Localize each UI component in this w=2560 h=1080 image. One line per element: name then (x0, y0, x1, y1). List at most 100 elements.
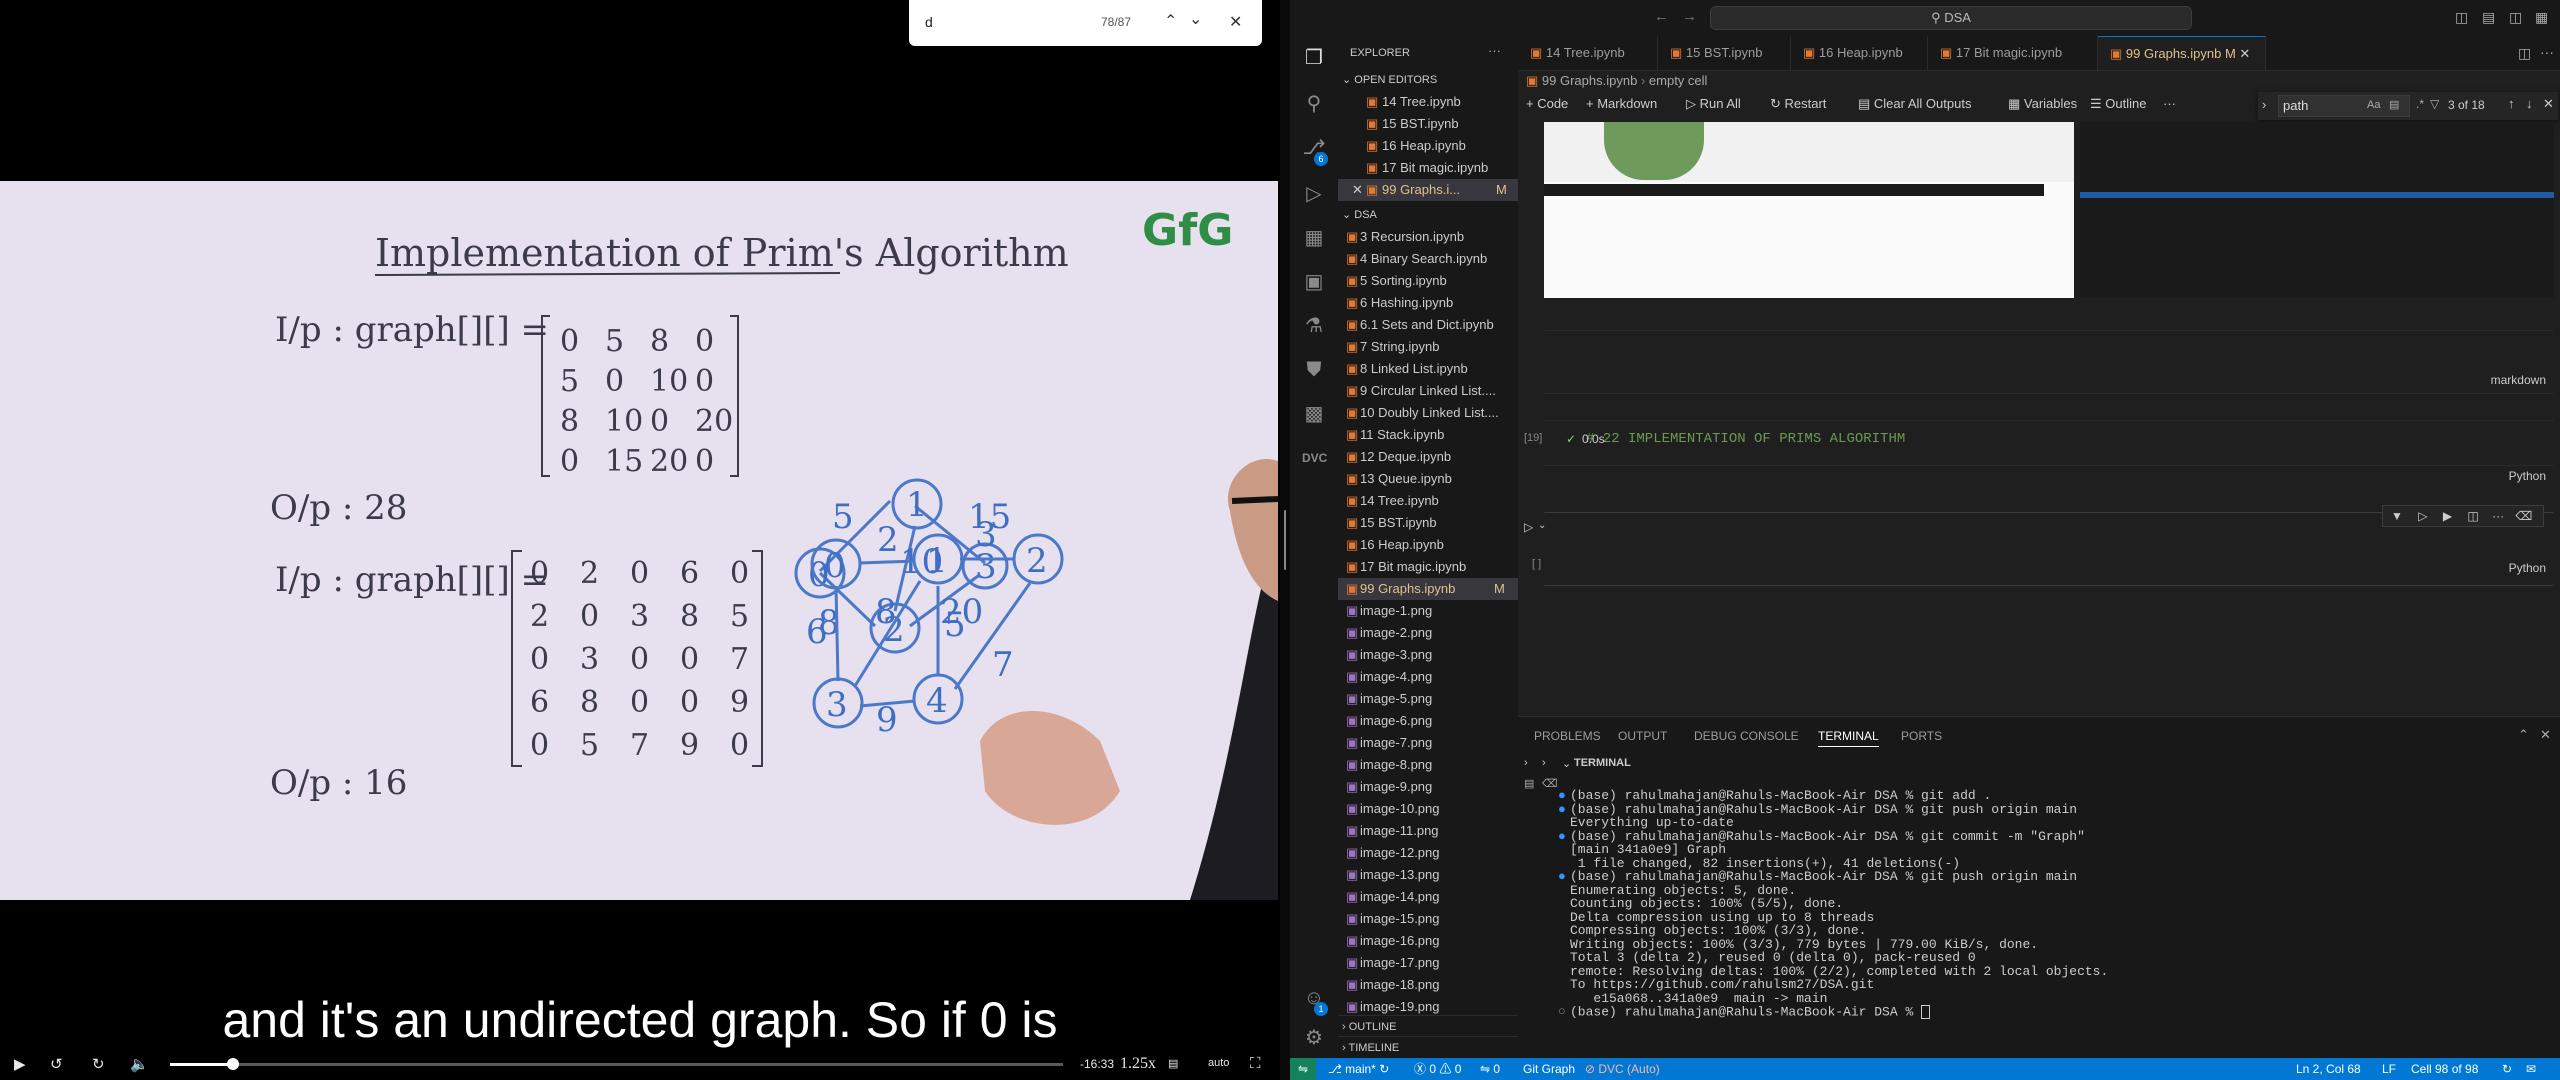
progress-bar[interactable] (170, 1058, 1063, 1070)
match-case-icon[interactable]: Aa (2367, 99, 2380, 111)
docker-icon[interactable]: ⛊ (1302, 358, 1326, 382)
forward-nav-icon[interactable]: → (1682, 8, 1697, 25)
forward-icon[interactable]: ↻ (92, 1055, 105, 1073)
file-item[interactable]: ▣ image-11.png (1338, 820, 1518, 842)
panel-tab[interactable]: TERMINAL (1818, 729, 1879, 747)
file-item[interactable]: ▣ 14 Tree.ipynb (1338, 490, 1518, 512)
file-item[interactable]: ▣ image-9.png (1338, 776, 1518, 798)
match-word-icon[interactable]: ▤ (2389, 98, 2399, 111)
rewind-icon[interactable]: ↺ (50, 1055, 63, 1073)
file-item[interactable]: ▣ 13 Queue.ipynb (1338, 468, 1518, 490)
outline-header[interactable]: › OUTLINE (1338, 1015, 1518, 1038)
run-all-button[interactable]: ▷ Run All (1686, 96, 1741, 112)
run-cell-icon[interactable]: ▷ (1524, 520, 1533, 534)
cell-language-label[interactable]: Python (2509, 469, 2546, 483)
chevron-right-icon[interactable]: › (2262, 97, 2266, 112)
remote-indicator-icon[interactable]: ⇋ (1290, 1058, 1316, 1080)
file-item[interactable]: ▣ image-14.png (1338, 886, 1518, 908)
cell-more-icon[interactable]: ··· (2492, 509, 2504, 523)
close-panel-icon[interactable]: ✕ (2540, 727, 2551, 743)
open-editors-header[interactable]: ⌄ OPEN EDITORS (1338, 69, 1518, 91)
run-debug-icon[interactable]: ▷ (1302, 182, 1326, 206)
open-editor-item[interactable]: ▣ 16 Heap.ipynb (1338, 135, 1518, 157)
open-editor-item[interactable]: ▣ 15 BST.ipynb (1338, 113, 1518, 135)
cell-language-label[interactable]: markdown (2491, 373, 2546, 387)
volume-icon[interactable]: 🔈 (130, 1055, 149, 1073)
find-next-icon[interactable]: ⌄ (1189, 9, 1202, 29)
close-icon[interactable]: ✕ (1352, 179, 1363, 201)
file-item[interactable]: ▣ 15 BST.ipynb (1338, 512, 1518, 534)
back-icon[interactable]: ← (1654, 8, 1669, 25)
file-item[interactable]: ▣ 5 Sorting.ipynb (1338, 270, 1518, 292)
video-frame[interactable]: Implementation of Prim's Algorithm GfG I… (0, 181, 1278, 900)
file-item[interactable]: ▣ image-13.png (1338, 864, 1518, 886)
file-item[interactable]: ▣ 12 Deque.ipynb (1338, 446, 1518, 468)
open-editor-item[interactable]: ▣ 14 Tree.ipynb (1338, 91, 1518, 113)
regex-icon[interactable]: .* (2416, 97, 2424, 111)
file-item[interactable]: ▣ image-8.png (1338, 754, 1518, 776)
panel-tab[interactable]: DEBUG CONSOLE (1694, 729, 1799, 743)
maximize-panel-icon[interactable]: ⌃ (2518, 727, 2529, 743)
open-editor-item[interactable]: ✕ ▣ 99 Graphs.i... M (1338, 179, 1518, 201)
editor-tab[interactable]: ▣ 15 BST.ipynb (1658, 36, 1791, 70)
find-previous-icon[interactable]: ↑ (2508, 96, 2515, 111)
file-item[interactable]: ▣ image-12.png (1338, 842, 1518, 864)
file-item[interactable]: ▣ 99 Graphs.ipynb M (1338, 578, 1518, 600)
speed-button[interactable]: 1.25x (1120, 1055, 1156, 1073)
execute-below-icon[interactable]: ▶ (2443, 509, 2452, 523)
file-item[interactable]: ▣ image-4.png (1338, 666, 1518, 688)
explorer-icon[interactable]: ❐ (1302, 46, 1326, 70)
captions-icon[interactable]: ▤ (1168, 1057, 1178, 1070)
file-item[interactable]: ▣ image-6.png (1338, 710, 1518, 732)
branch-status[interactable]: ⎇ main* ↻ (1328, 1058, 1389, 1080)
breadcrumb-cell[interactable]: empty cell (1649, 73, 1708, 88)
command-center[interactable]: ⚲ DSA (1710, 6, 2192, 30)
toggle-secondary-sidebar-icon[interactable]: ◫ (2509, 9, 2522, 26)
editor-more-icon[interactable]: ··· (2540, 44, 2554, 60)
file-item[interactable]: ▣ image-3.png (1338, 644, 1518, 666)
file-item[interactable]: ▣ 16 Heap.ipynb (1338, 534, 1518, 556)
clear-outputs-button[interactable]: ▤ Clear All Outputs (1858, 96, 1971, 112)
chevron-down-icon[interactable]: ⌄ (1538, 520, 1546, 531)
video-player[interactable]: Implementation of Prim's Algorithm GfG I… (0, 0, 1280, 1080)
file-item[interactable]: ▣ 11 Stack.ipynb (1338, 424, 1518, 446)
ports-status[interactable]: ⇋ 0 (1480, 1058, 1500, 1080)
file-item[interactable]: ▣ 7 String.ipynb (1338, 336, 1518, 358)
editor-tab[interactable]: ▣ 17 Bit magic.ipynb (1928, 36, 2098, 70)
execute-above-icon[interactable]: ▼ (2391, 509, 2403, 523)
quality-button[interactable]: auto (1208, 1057, 1229, 1069)
editor-tab[interactable]: ▣ 16 Heap.ipynb (1791, 36, 1928, 70)
search-view-icon[interactable]: ⚲ (1302, 92, 1326, 116)
file-item[interactable]: ▣ image-2.png (1338, 622, 1518, 644)
file-item[interactable]: ▣ 4 Binary Search.ipynb (1338, 248, 1518, 270)
testing-icon[interactable]: ⚗ (1302, 314, 1326, 338)
clear-terminal-icon[interactable]: ⌫ (1542, 777, 1558, 790)
toggle-panel-icon[interactable]: ▤ (2482, 9, 2495, 26)
file-item[interactable]: ▣ image-17.png (1338, 952, 1518, 974)
cell-language-label[interactable]: Python (2509, 561, 2546, 575)
terminal-list-icon[interactable]: ▤ (1524, 777, 1534, 790)
file-item[interactable]: ▣ 17 Bit magic.ipynb (1338, 556, 1518, 578)
file-item[interactable]: ▣ image-10.png (1338, 798, 1518, 820)
panel-tab[interactable]: PORTS (1901, 729, 1942, 743)
find-input[interactable]: d (925, 14, 933, 30)
execute-cell-icon[interactable]: ▷ (2418, 509, 2427, 523)
explorer-more-icon[interactable]: ··· (1488, 43, 1501, 58)
remote-explorer-icon[interactable]: ▣ (1302, 270, 1326, 294)
breadcrumb-file[interactable]: 99 Graphs.ipynb (1542, 73, 1637, 88)
panel-tab[interactable]: OUTPUT (1618, 729, 1667, 743)
file-item[interactable]: ▣ image-7.png (1338, 732, 1518, 754)
file-item[interactable]: ▣ image-18.png (1338, 974, 1518, 996)
toolbar-more-button[interactable]: ··· (2163, 96, 2176, 111)
git-graph-button[interactable]: Git Graph (1523, 1058, 1575, 1080)
find-input[interactable]: path Aa ▤ (2278, 95, 2410, 117)
outline-button[interactable]: ☰ Outline (2090, 96, 2146, 112)
cursor-position[interactable]: Ln 2, Col 68 (2296, 1058, 2361, 1080)
split-editor-icon[interactable]: ◫ (2518, 45, 2531, 62)
jupyter-icon[interactable]: ▩ (1302, 402, 1326, 426)
delete-cell-icon[interactable]: ⌫ (2515, 509, 2532, 523)
file-item[interactable]: ▣ 10 Doubly Linked List.... (1338, 402, 1518, 424)
file-item[interactable]: ▣ 6 Hashing.ipynb (1338, 292, 1518, 314)
timeline-header[interactable]: › TIMELINE (1338, 1036, 1518, 1058)
file-item[interactable]: ▣ image-16.png (1338, 930, 1518, 952)
